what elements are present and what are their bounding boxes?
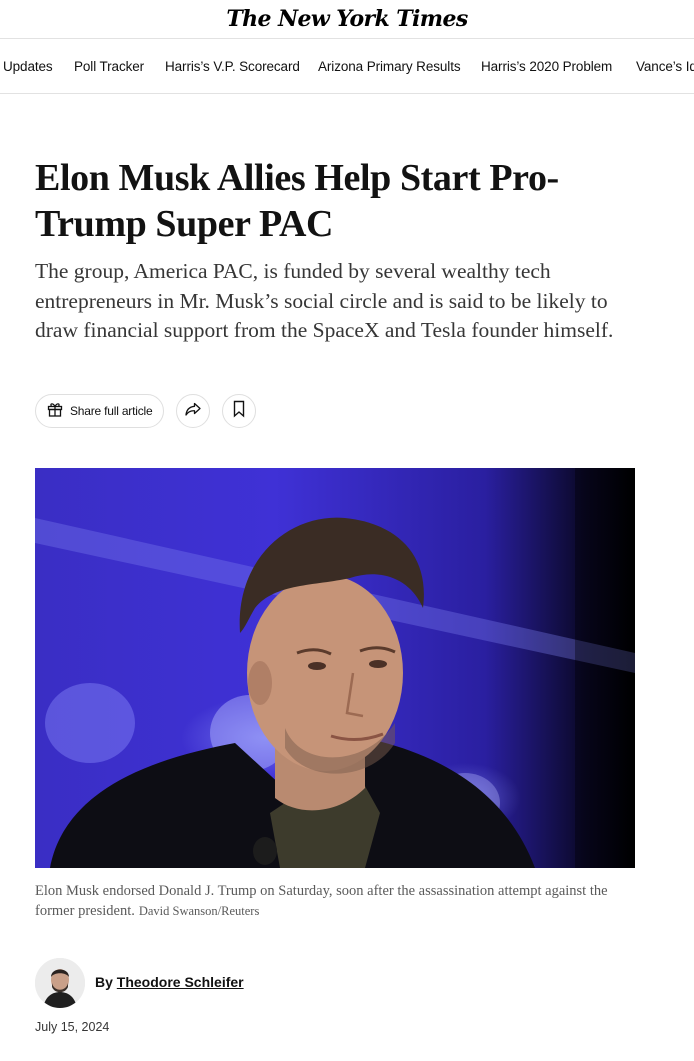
nav-item-harris-2020[interactable]: Harris’s 2020 Problem <box>481 59 612 74</box>
article-headline: Elon Musk Allies Help Start Pro-Trump Su… <box>35 157 559 245</box>
save-article-button[interactable] <box>222 394 256 428</box>
share-full-article-button[interactable]: Share full article <box>35 394 164 428</box>
photo-credit: David Swanson/Reuters <box>138 904 260 918</box>
nav-item-updates[interactable]: Updates <box>3 59 53 74</box>
author-avatar[interactable] <box>35 958 85 1008</box>
avatar-portrait <box>35 958 85 1008</box>
author-link[interactable]: Theodore Schleifer <box>117 974 244 990</box>
share-button-label: Share full article <box>70 404 153 418</box>
bookmark-icon <box>232 400 246 423</box>
article-summary: The group, America PAC, is funded by sev… <box>35 259 614 342</box>
nav-item-arizona-primary[interactable]: Arizona Primary Results <box>318 59 461 74</box>
share-arrow-icon <box>184 400 202 423</box>
gift-icon <box>46 400 64 423</box>
share-button[interactable] <box>176 394 210 428</box>
byline-prefix: By <box>95 974 113 990</box>
caption-text: Elon Musk endorsed Donald J. Trump on Sa… <box>35 883 608 919</box>
lead-photo <box>35 468 635 868</box>
publish-date: July 15, 2024 <box>35 1020 110 1034</box>
nyt-logo[interactable]: The New York Times <box>226 6 468 32</box>
nav-item-vance[interactable]: Vance’s Id <box>636 59 694 74</box>
byline: By Theodore Schleifer <box>95 974 244 990</box>
topic-nav: Updates Poll Tracker Harris’s V.P. Score… <box>0 38 694 94</box>
photo-caption: Elon Musk endorsed Donald J. Trump on Sa… <box>35 881 615 921</box>
masthead: The New York Times <box>0 0 694 38</box>
nav-item-poll-tracker[interactable]: Poll Tracker <box>74 59 144 74</box>
lead-photo-portrait <box>35 468 635 868</box>
nav-item-vp-scorecard[interactable]: Harris’s V.P. Scorecard <box>165 59 300 74</box>
